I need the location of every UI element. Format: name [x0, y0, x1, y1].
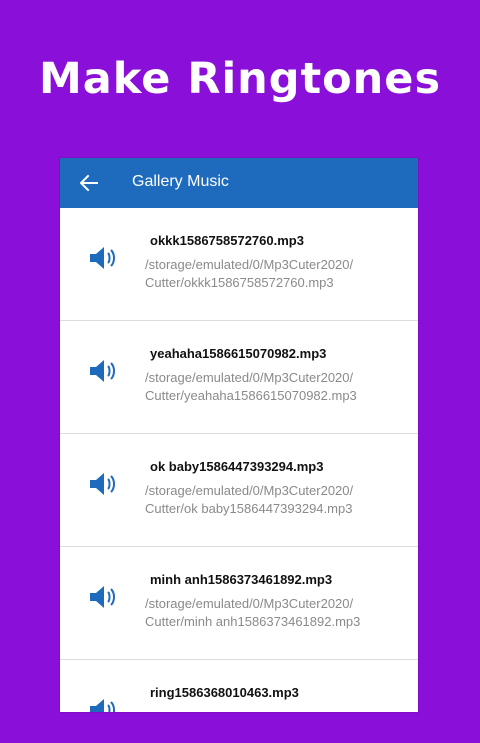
music-list: okkk1586758572760.mp3 /storage/emulated/…: [60, 208, 418, 712]
arrow-left-icon: [80, 175, 98, 191]
file-title: ring1586368010463.mp3: [150, 685, 299, 700]
file-title: minh anh1586373461892.mp3: [150, 572, 333, 587]
file-title: okkk1586758572760.mp3: [150, 233, 304, 248]
speaker-icon: [90, 586, 115, 608]
file-path: /storage/emulated/0/Mp3Cuter2020/ Cutter…: [145, 596, 361, 629]
back-button[interactable]: [74, 168, 104, 198]
list-item[interactable]: yeahaha1586615070982.mp3 /storage/emulat…: [60, 321, 418, 434]
promo-headline: Make Ringtones: [38, 54, 442, 104]
file-title: ok baby1586447393294.mp3: [150, 459, 324, 474]
speaker-icon: [90, 360, 115, 382]
speaker-icon: [90, 247, 115, 269]
phone-screen: Gallery Music okkk1586758572760.mp3 /sto…: [60, 158, 418, 712]
appbar-title: Gallery Music: [132, 173, 229, 190]
file-path: /storage/emulated/0/Mp3Cuter2020/ Cutter…: [145, 257, 354, 290]
list-item[interactable]: ok baby1586447393294.mp3 /storage/emulat…: [60, 434, 418, 547]
speaker-icon: [90, 473, 115, 495]
list-item[interactable]: minh anh1586373461892.mp3 /storage/emula…: [60, 547, 418, 660]
file-path: /storage/emulated/0/Mp3Cuter2020/ Cutter…: [145, 483, 354, 516]
speaker-icon: [90, 699, 115, 712]
file-path: /storage/emulated/0/Mp3Cuter2020/ Cutter…: [145, 370, 357, 403]
list-item[interactable]: ring1586368010463.mp3: [60, 660, 418, 712]
app-bar: Gallery Music: [60, 158, 418, 208]
list-item[interactable]: okkk1586758572760.mp3 /storage/emulated/…: [60, 208, 418, 321]
file-title: yeahaha1586615070982.mp3: [150, 346, 327, 361]
